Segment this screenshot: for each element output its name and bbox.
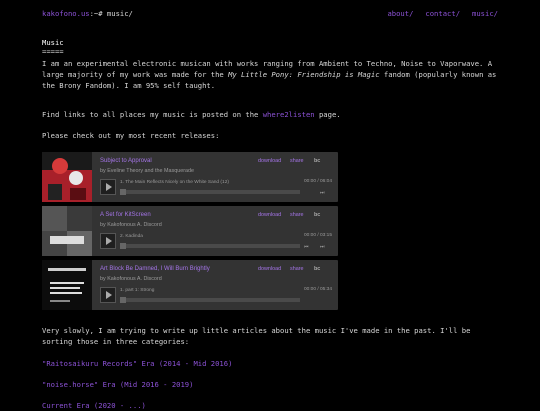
album-artist[interactable]: by Kakofonous A. Discord [100,220,162,231]
bandcamp-embed[interactable]: A Set for KitScreen by Kakofonous A. Dis… [42,206,338,256]
top-nav: about/ contact/ music/ [387,8,498,19]
progress-bar[interactable] [120,189,300,195]
bandcamp-logo[interactable]: bc [314,156,320,167]
share-link[interactable]: share [290,264,304,275]
track-name: 1. The Main Reflects Nicely on the White… [120,180,229,185]
download-link[interactable]: download [258,264,281,275]
album-artist[interactable]: by Kakofonous A. Discord [100,274,162,285]
era-link-current[interactable]: Current Era (2020 - ...) [42,400,146,411]
track-time: 00:00 / 05:34 [304,287,333,292]
nav-about[interactable]: about/ [387,8,413,19]
track-time: 00:00 / 03:15 [304,233,333,238]
track-name: 2. Kadinda [120,234,143,239]
bandcamp-logo[interactable]: bc [314,264,320,275]
nav-music[interactable]: music/ [472,8,498,19]
host-name[interactable]: kakofono.us [42,9,90,18]
track-name: 1. part 1: Strong [120,288,155,293]
next-icon[interactable]: ⏭ [320,190,325,196]
recent-heading: Please check out my most recent releases… [42,131,220,140]
host-path: :~# music/ [89,9,133,18]
album-artist[interactable]: by Eveline Theory and the Masquerade [100,166,194,177]
page-title-text: Music [42,38,64,47]
progress-knob[interactable] [120,297,126,303]
download-link[interactable]: download [258,156,281,167]
bandcamp-logo[interactable]: bc [314,210,320,221]
album-art[interactable] [42,260,92,310]
nav-contact[interactable]: contact/ [425,8,460,19]
site-host[interactable]: kakofono.us:~# music/ [42,8,133,19]
play-icon[interactable] [100,179,116,195]
progress-bar[interactable] [120,297,300,303]
era-link-noise-horse[interactable]: "noise.horse" Era (Mid 2016 - 2019) [42,379,193,390]
era-link-raitosaikuru[interactable]: "Raitosaikuru Records" Era (2014 - Mid 2… [42,358,232,369]
album-art[interactable] [42,206,92,256]
next-icon[interactable]: ⏭ [320,244,325,250]
links-paragraph: Find links to all places my music is pos… [42,110,341,119]
where2listen-link[interactable]: where2listen [263,110,315,119]
share-link[interactable]: share [290,210,304,221]
progress-knob[interactable] [120,189,126,195]
progress-bar[interactable] [120,243,300,249]
play-icon[interactable] [100,287,116,303]
share-link[interactable]: share [290,156,304,167]
progress-knob[interactable] [120,243,126,249]
bandcamp-embed[interactable]: Subject to Approval by Eveline Theory an… [42,152,338,202]
page-title: Music ===== [42,37,64,56]
album-art[interactable] [42,152,92,202]
articles-paragraph: Very slowly, I am trying to write up lit… [42,326,471,346]
track-time: 00:00 / 06:04 [304,179,333,184]
bandcamp-embed[interactable]: Art Block Be Damned, I Will Burn Brightl… [42,260,338,310]
play-icon[interactable] [100,233,116,249]
intro-paragraph: I am an experimental electronic musican … [42,59,497,90]
prev-icon[interactable]: ⏮ [304,244,309,250]
title-underline: ===== [42,47,64,56]
download-link[interactable]: download [258,210,281,221]
